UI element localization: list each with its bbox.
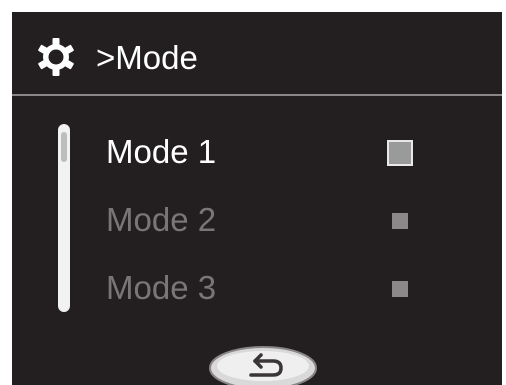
mode-item-2[interactable]: Mode 2 [12, 190, 502, 250]
checkbox-checked-icon[interactable] [387, 140, 413, 166]
mode-item-3[interactable]: Mode 3 [12, 258, 502, 318]
header-bar: >Mode [12, 12, 502, 96]
back-button[interactable] [207, 342, 319, 385]
mode-list: Mode 1 Mode 2 Mode 3 [12, 122, 502, 322]
checkbox-unchecked-icon[interactable] [392, 213, 408, 229]
mode-item-1[interactable]: Mode 1 [12, 122, 502, 182]
checkbox-unchecked-icon[interactable] [392, 281, 408, 297]
gear-icon [38, 38, 74, 76]
mode-label: Mode 2 [106, 201, 217, 238]
device-screen: >Mode Mode 1 Mode 2 Mode 3 [12, 12, 502, 385]
breadcrumb: >Mode [96, 39, 198, 76]
mode-label: Mode 3 [106, 269, 217, 306]
mode-label: Mode 1 [106, 133, 217, 170]
